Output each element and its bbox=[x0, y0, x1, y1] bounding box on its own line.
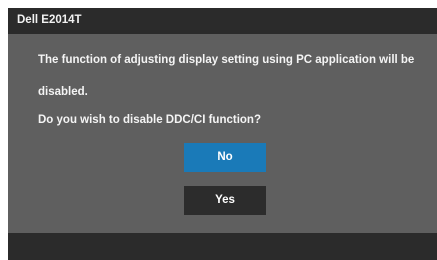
osd-bottom-bar bbox=[8, 233, 437, 260]
osd-title-bar: Dell E2014T bbox=[8, 8, 437, 34]
monitor-model-title: Dell E2014T bbox=[17, 14, 82, 26]
osd-dialog: Dell E2014T The function of adjusting di… bbox=[8, 8, 437, 260]
warning-message-line-2: disabled. bbox=[38, 86, 88, 98]
no-button[interactable]: No bbox=[184, 143, 266, 172]
yes-button[interactable]: Yes bbox=[184, 186, 266, 215]
confirmation-question: Do you wish to disable DDC/CI function? bbox=[38, 114, 261, 126]
warning-message-line-1: The function of adjusting display settin… bbox=[38, 54, 415, 66]
